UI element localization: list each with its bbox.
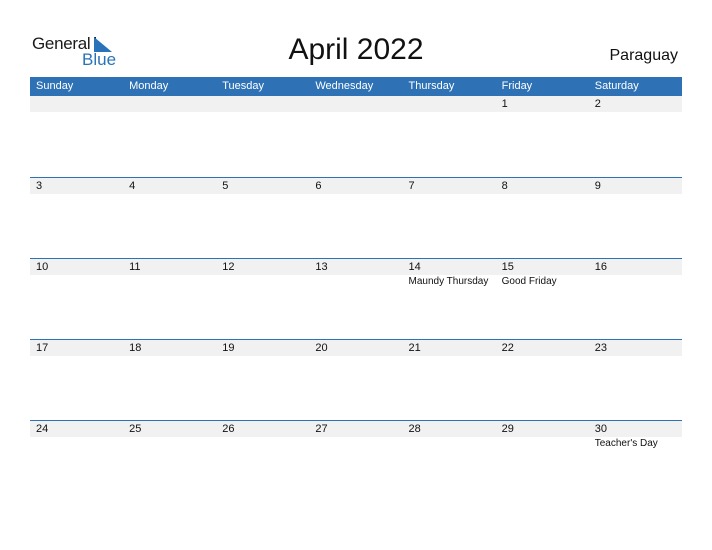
week-cells: 3 4 5 6 7 8 9 [30, 178, 682, 194]
day-number [315, 96, 402, 112]
week-cells: 17 18 19 20 21 22 23 [30, 340, 682, 356]
day-cell: 1 [496, 96, 589, 112]
day-number: 5 [222, 180, 229, 192]
day-cell: 6 [309, 178, 402, 194]
day-number: 13 [315, 261, 328, 273]
day-number: 25 [129, 423, 142, 435]
calendar-title: April 2022 [288, 33, 424, 66]
day-cell: 17 [30, 340, 123, 356]
day-cell: 11 [123, 259, 216, 289]
day-number: 1 [501, 98, 508, 110]
week-cells: 12 [30, 96, 682, 112]
day-number: 21 [408, 342, 421, 354]
day-number: 18 [129, 342, 142, 354]
weekday-thursday: Thursday [408, 80, 455, 92]
day-number: 20 [315, 342, 328, 354]
day-cell: 25 [123, 421, 216, 451]
day-number: 29 [501, 423, 514, 435]
day-number [222, 96, 309, 112]
day-number: 27 [315, 423, 328, 435]
day-cell: 21 [403, 340, 496, 356]
day-number [409, 96, 496, 112]
day-cell: 20 [309, 340, 402, 356]
day-number: 12 [222, 261, 235, 273]
week-cells: 24 25 26 27 28 29 30 Teacher's Day [30, 421, 682, 451]
week-row: 17 18 19 20 21 22 23 [30, 339, 682, 420]
day-cell: 3 [30, 178, 123, 194]
day-cell: 30 Teacher's Day [589, 421, 682, 451]
weekday-sunday: Sunday [36, 80, 74, 92]
day-cell [30, 96, 123, 112]
day-number: 11 [129, 261, 141, 273]
day-cell: 10 [30, 259, 123, 289]
day-number: 30 [594, 423, 607, 435]
day-cell: 7 [403, 178, 496, 194]
day-cell: 15 Good Friday [496, 259, 589, 289]
day-cell: 22 [496, 340, 589, 356]
day-cell: 4 [123, 178, 216, 194]
day-number: 16 [594, 261, 607, 273]
day-number: 8 [501, 180, 508, 192]
day-cell [309, 96, 402, 112]
day-cell: 16 [589, 259, 682, 289]
day-number: 19 [222, 342, 235, 354]
day-cell: 23 [589, 340, 682, 356]
day-number: 23 [594, 342, 607, 354]
weekday-tuesday: Tuesday [222, 80, 265, 92]
weekday-wednesday: Wednesday [315, 80, 374, 92]
weekday-header: Sunday Monday Tuesday Wednesday Thursday… [30, 77, 682, 96]
day-number: 26 [222, 423, 235, 435]
day-number [36, 96, 123, 112]
day-number: 7 [408, 180, 415, 192]
holiday-label: Good Friday [501, 276, 557, 287]
day-cell [216, 96, 309, 112]
day-number: 10 [36, 261, 49, 273]
day-cell: 18 [123, 340, 216, 356]
calendar-grid: Sunday Monday Tuesday Wednesday Thursday… [30, 77, 682, 501]
day-number: 28 [408, 423, 421, 435]
day-number [129, 96, 216, 112]
day-number: 3 [36, 180, 43, 192]
day-number: 6 [315, 180, 322, 192]
day-cell: 28 [403, 421, 496, 451]
week-row: 10 11 12 13 14 Maundy Thursday 15 Good Friday 16 [30, 258, 682, 339]
day-number: 24 [36, 423, 49, 435]
day-number: 9 [594, 180, 601, 192]
country-label: Paraguay [609, 47, 679, 64]
week-row: 24 25 26 27 28 29 30 Teacher's Day [30, 420, 682, 501]
weekday-monday: Monday [129, 80, 169, 92]
day-cell: 8 [496, 178, 589, 194]
week-row: 12 [30, 96, 682, 177]
day-cell [403, 96, 496, 112]
day-cell: 27 [309, 421, 402, 451]
day-cell: 2 [589, 96, 682, 112]
weeks-container: 1 2 3 4 5 6 7 8 9 10 11 12 13 14 Maundy Thursday 15 Good… [30, 96, 682, 501]
day-cell: 9 [589, 178, 682, 194]
day-number: 15 [501, 261, 514, 273]
day-number: 2 [594, 98, 601, 110]
weekday-saturday: Saturday [594, 80, 639, 92]
day-cell: 5 [216, 178, 309, 194]
day-number: 14 [408, 261, 421, 273]
weekday-friday: Friday [501, 80, 533, 92]
day-cell: 26 [216, 421, 309, 451]
week-cells: 10 11 12 13 14 Maundy Thursday 15 Good Friday 16 [30, 259, 682, 289]
day-cell [123, 96, 216, 112]
day-number: 17 [36, 342, 49, 354]
day-number: 22 [501, 342, 514, 354]
holiday-label: Maundy Thursday [408, 276, 489, 287]
holiday-label: Teacher's Day [594, 438, 658, 449]
day-cell: 13 [309, 259, 402, 289]
day-cell: 29 [496, 421, 589, 451]
day-number: 4 [129, 180, 136, 192]
day-cell: 12 [216, 259, 309, 289]
day-cell: 19 [216, 340, 309, 356]
day-cell: 14 Maundy Thursday [403, 259, 496, 289]
day-cell: 24 [30, 421, 123, 451]
week-row: 3 4 5 6 7 8 9 [30, 177, 682, 258]
